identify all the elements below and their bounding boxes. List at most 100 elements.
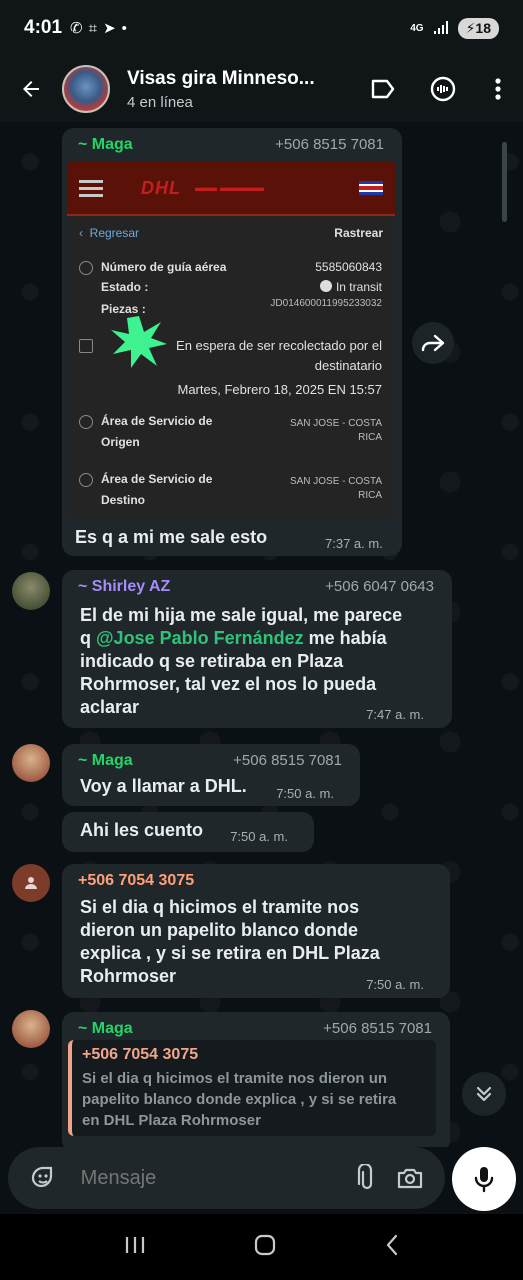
event-date: Martes, Febrero 18, 2025 EN 15:57 xyxy=(177,382,382,397)
avatar[interactable] xyxy=(12,1010,50,1048)
mention-link[interactable]: @Jose Pablo Fernández xyxy=(96,628,304,648)
whatsapp-icon: ✆ xyxy=(70,20,83,37)
message-text: Voy a llamar a DHL. xyxy=(80,776,247,796)
flag-icon xyxy=(359,181,383,195)
voice-message-button[interactable] xyxy=(452,1147,516,1211)
scroll-to-bottom-button[interactable] xyxy=(462,1072,506,1116)
attach-button[interactable] xyxy=(346,1156,389,1200)
system-nav-bar xyxy=(0,1214,523,1280)
message-bubble[interactable]: ~ Shirley AZ +506 6047 0643 El de mi hij… xyxy=(62,570,452,728)
dest-value-1: SAN JOSE - COSTA xyxy=(289,476,382,487)
chevron-double-down-icon xyxy=(476,1086,492,1102)
message-line: indicado q se retiraba en Plaza xyxy=(80,651,344,671)
quoted-message[interactable]: +506 7054 3075 Si el dia q hicimos el tr… xyxy=(68,1040,436,1136)
sender-name: ~ Maga xyxy=(78,1020,133,1037)
origin-label-2: Origen xyxy=(101,435,140,449)
home-icon xyxy=(254,1234,275,1255)
recents-button[interactable] xyxy=(124,1235,146,1260)
message-time: 7:50 a. m. xyxy=(230,829,288,844)
battery-badge: ⚡18 xyxy=(457,17,499,39)
message-fragment: q xyxy=(80,628,96,648)
message-line: Si el dia q hicimos el tramite nos xyxy=(80,897,360,917)
back-button[interactable] xyxy=(0,56,62,122)
sender-phone: +506 8515 7081 xyxy=(233,752,342,769)
message-text: Es q a mi me sale esto xyxy=(75,527,268,547)
status-value: In transit xyxy=(319,280,382,294)
sender-name: ~ Maga xyxy=(78,752,133,769)
chat-title-area[interactable]: Visas gira Minneso... 4 en línea xyxy=(127,68,353,111)
dhl-track-link: Rastrear xyxy=(334,226,383,240)
message-bubble[interactable]: ~ Maga +506 8515 7081 Voy a llamar a DHL… xyxy=(62,744,360,806)
forward-icon xyxy=(421,334,445,352)
message-text: El de mi hija me sale igual, me parece q… xyxy=(80,604,440,719)
forward-button[interactable] xyxy=(412,322,454,364)
scan-icon: ⌗ xyxy=(88,19,98,37)
quoted-line: en DHL Plaza Rohrmoser xyxy=(82,1112,261,1129)
dhl-logo-subtext: ▬▬ ▬▬▬▬ xyxy=(195,182,265,194)
group-avatar[interactable] xyxy=(62,65,110,113)
message-line: Rohrmoser, tal vez el nos lo pueda xyxy=(80,674,377,694)
camera-button[interactable] xyxy=(388,1156,431,1200)
voice-chat-icon xyxy=(430,76,456,102)
event-text-1: En espera de ser recolectado por el xyxy=(176,338,382,353)
pieces-value: JD014600011995233032 xyxy=(270,298,382,309)
chat-area[interactable]: ~ Maga +506 8515 7081 DHL ▬▬ ▬▬▬▬ ‹ Regr… xyxy=(0,122,523,1147)
origin-label-1-text: Área de Servicio de xyxy=(101,414,213,428)
location-pin-icon xyxy=(79,415,93,429)
sticker-splash-icon xyxy=(111,316,167,368)
event-icon xyxy=(79,339,93,353)
back-nav-button[interactable] xyxy=(384,1233,400,1262)
signal-icon xyxy=(433,21,448,34)
camera-icon xyxy=(397,1168,422,1189)
message-time: 7:37 a. m. xyxy=(325,536,383,551)
origin-label-2-text: Origen xyxy=(101,435,140,449)
status-label-text: Estado : xyxy=(101,280,149,294)
sender-phone: +506 6047 0643 xyxy=(325,578,434,595)
arrow-left-icon xyxy=(23,81,39,97)
origin-value-2: RICA xyxy=(358,432,382,443)
avatar[interactable] xyxy=(12,572,50,610)
person-icon xyxy=(25,877,37,889)
sender-name: ~ Maga xyxy=(78,136,133,153)
more-options-button[interactable] xyxy=(473,56,523,122)
sender-name: +506 7054 3075 xyxy=(78,872,195,889)
status-time: 4:01 xyxy=(24,17,63,38)
message-input[interactable] xyxy=(80,1166,346,1190)
message-fragment: me había xyxy=(303,628,387,648)
scroll-indicator[interactable] xyxy=(502,142,507,222)
tracking-label: Número de guía aérea xyxy=(101,260,226,274)
quoted-sender: +506 7054 3075 xyxy=(82,1046,199,1063)
message-line: dieron un papelito blanco donde xyxy=(80,920,358,940)
dest-label-1: Área de Servicio de xyxy=(101,472,212,486)
tracking-label-text: Número de guía aérea xyxy=(101,260,227,274)
message-line: q @Jose Pablo Fernández me había xyxy=(80,627,440,650)
message-bubble[interactable]: Ahi les cuento 7:50 a. m. xyxy=(62,812,314,852)
paperclip-icon xyxy=(357,1164,373,1190)
status-label: Estado : xyxy=(101,280,148,294)
dhl-logo: DHL xyxy=(141,177,181,198)
more-vertical-icon xyxy=(495,78,501,100)
label-button[interactable] xyxy=(353,56,413,122)
message-bubble[interactable]: +506 7054 3075 Si el dia q hicimos el tr… xyxy=(62,864,450,998)
microphone-icon xyxy=(474,1167,494,1193)
telegram-icon: ➤ xyxy=(103,20,116,37)
back-chevron-icon xyxy=(386,1234,397,1255)
dest-label-1-text: Área de Servicio de xyxy=(101,472,213,486)
avatar[interactable] xyxy=(12,744,50,782)
tracking-icon xyxy=(79,261,93,275)
sticker-icon xyxy=(32,1166,53,1188)
origin-label-1: Área de Servicio de xyxy=(101,414,212,428)
message-time: 7:50 a. m. xyxy=(276,786,334,801)
chat-title: Visas gira Minneso... xyxy=(127,67,315,89)
sticker-button[interactable] xyxy=(22,1156,65,1200)
home-button[interactable] xyxy=(253,1233,277,1262)
status-bar: 4:01 ✆ ⌗ ➤ • 4G ⚡18 xyxy=(0,0,523,56)
transit-icon xyxy=(319,280,332,292)
location-pin-icon xyxy=(79,473,93,487)
chat-subtitle: 4 en línea xyxy=(127,93,193,111)
menu-icon xyxy=(79,179,103,197)
voice-chat-button[interactable] xyxy=(413,56,473,122)
shared-image[interactable]: DHL ▬▬ ▬▬▬▬ ‹ Regresar Rastrear Número d… xyxy=(67,162,395,517)
message-text: Si el dia q hicimos el tramite nos diero… xyxy=(80,896,440,988)
avatar[interactable] xyxy=(12,864,50,902)
